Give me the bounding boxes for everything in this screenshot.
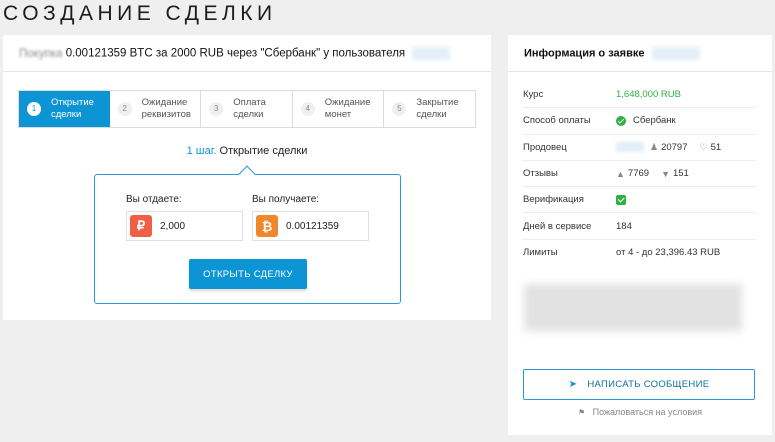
reviews-negative: ▼ 151	[661, 168, 689, 179]
bitcoin-icon: ₿	[256, 215, 278, 237]
step-label-line2: сделки	[233, 109, 264, 120]
receive-amount-value: 0.00121359	[286, 220, 339, 232]
payment-label: Способ оплаты	[523, 115, 591, 127]
info-row-limits: Лимиты от 4 - до 23,396.43 RUB	[523, 240, 756, 266]
terms-blurred-panel	[524, 284, 742, 331]
trade-action-blurred: Покупка	[19, 47, 63, 60]
limits-value: от 4 - до 23,396.43 RUB	[616, 247, 721, 259]
info-row-payment: Способ оплаты Сбербанк	[523, 108, 756, 135]
step-label-line2: реквизитов	[141, 109, 191, 120]
step-await-coins: 4 Ожидание монет	[293, 91, 385, 127]
receive-amount-field[interactable]: ₿ 0.00121359	[252, 211, 369, 241]
user-icon: ♟	[650, 141, 659, 152]
reviews-positive: ▲ 7769	[616, 168, 649, 179]
trade-steps: 1 Открытие сделки 2 Ожидание реквизитов 3 …	[18, 90, 476, 128]
verification-value	[616, 194, 626, 205]
step-close-deal: 5 Закрытие сделки	[384, 91, 475, 127]
complain-link[interactable]: ⚑ Пожаловаться на условия	[508, 407, 772, 417]
payment-value: Сбербанк	[633, 115, 676, 127]
trade-card: Покупка 0.00121359 BTC за 2000 RUB через…	[3, 35, 491, 320]
order-info-title: Информация о заявке	[524, 47, 645, 60]
step-await-details: 2 Ожидание реквизитов	[110, 91, 202, 127]
reviews-negative-value: 151	[672, 168, 689, 180]
step-number: 2	[117, 102, 132, 116]
thumbs-down-icon: ▼	[661, 168, 670, 179]
seller-value-wrap: ♟ 20797 ♡ 51	[616, 142, 733, 153]
step-label: Открытие сделки	[51, 97, 94, 121]
step-label-line1: Ожидание	[141, 97, 188, 108]
complain-text: Пожаловаться на условия	[592, 407, 703, 417]
order-info-table: Курс 1,648,000 RUB Способ оплаты Сбербан…	[523, 82, 756, 266]
order-id-blurred	[651, 47, 700, 60]
step-label: Оплата сделки	[233, 97, 266, 121]
receive-label: Вы получаете:	[252, 194, 320, 205]
give-amount-field[interactable]: ₽ 2,000	[126, 211, 243, 241]
step-label-line1: Закрытие	[416, 97, 459, 108]
days-label: Дней в сервисе	[523, 220, 592, 232]
info-row-rate: Курс 1,648,000 RUB	[523, 82, 756, 109]
info-row-seller: Продовец ♟ 20797 ♡ 51	[523, 135, 756, 161]
order-info-card: Информация о заявке Курс 1,648,000 RUB С…	[508, 35, 772, 435]
thumbs-up-icon: ▲	[616, 168, 625, 179]
step-label-line2: сделки	[416, 109, 447, 120]
info-row-verification: Верификация	[523, 187, 756, 214]
page-title: СОЗДАНИЕ СДЕЛКИ	[3, 2, 277, 25]
open-deal-button[interactable]: ОТКРЫТЬ СДЕЛКУ	[189, 259, 307, 289]
send-message-button[interactable]: ➤ НАПИСАТЬ СООБЩЕНИЕ	[523, 369, 755, 400]
reviews-label: Отзывы	[523, 168, 558, 180]
send-message-label: НАПИСАТЬ СООБЩЕНИЕ	[587, 379, 710, 390]
limits-label: Лимиты	[523, 247, 558, 259]
seller-name-blurred[interactable]	[616, 142, 644, 153]
step-number: 1	[27, 102, 41, 116]
ruble-icon: ₽	[130, 215, 152, 237]
seller-label: Продовец	[523, 141, 567, 153]
step-label: Ожидание монет	[325, 97, 371, 121]
current-step-caption: 1 шаг. Открытие сделки	[3, 145, 491, 157]
trade-amount-box: Вы отдаете: ₽ 2,000 Вы получаете: ₿ 0.00…	[94, 165, 401, 304]
seller-deals-value: 20797	[661, 141, 688, 153]
give-label: Вы отдаете:	[126, 194, 182, 205]
verification-label: Верификация	[523, 194, 584, 206]
payment-value-wrap: Сбербанк	[616, 115, 676, 126]
give-amount-value: 2,000	[160, 220, 186, 232]
sberbank-icon	[616, 115, 626, 126]
pointer-arrow	[238, 165, 256, 183]
info-row-days: Дней в сервисе 184	[523, 213, 756, 240]
step-number: 3	[209, 102, 224, 116]
diamond-icon: ♡	[699, 141, 708, 152]
step-label: Ожидание реквизитов	[142, 97, 191, 121]
seller-name-blurred	[412, 47, 451, 60]
step-label-line2: сделки	[51, 109, 82, 120]
step-number: 5	[392, 102, 407, 116]
trade-summary-text: 0.00121359 BTC за 2000 RUB через "Сберба…	[65, 47, 406, 60]
step-label: Закрытие сделки	[416, 97, 458, 121]
rate-label: Курс	[523, 89, 544, 101]
flag-icon: ⚑	[577, 408, 586, 417]
current-step-text: Открытие сделки	[219, 145, 308, 157]
step-label-line1: Оплата	[233, 97, 266, 108]
check-icon	[616, 194, 626, 205]
telegram-plane-icon: ➤	[568, 379, 578, 390]
rate-value: 1,648,000 RUB	[616, 89, 681, 101]
seller-deals: ♟ 20797	[650, 142, 688, 153]
trade-summary-header: Покупка 0.00121359 BTC за 2000 RUB через…	[3, 35, 491, 72]
seller-rating: ♡ 51	[700, 142, 722, 153]
seller-rating-value: 51	[710, 141, 722, 153]
step-number: 4	[300, 102, 315, 116]
step-open-deal: 1 Открытие сделки	[19, 91, 110, 127]
reviews-value-wrap: ▲ 7769 ▼ 151	[616, 168, 701, 179]
days-value: 184	[616, 220, 632, 232]
order-info-header: Информация о заявке	[508, 35, 772, 72]
step-payment: 3 Оплата сделки	[201, 91, 293, 127]
info-row-reviews: Отзывы ▲ 7769 ▼ 151	[523, 161, 756, 188]
step-label-line1: Ожидание	[324, 97, 371, 108]
current-step-number: 1 шаг.	[186, 145, 217, 157]
reviews-positive-value: 7769	[627, 168, 650, 180]
step-label-line1: Открытие	[51, 97, 94, 108]
step-label-line2: монет	[324, 109, 352, 120]
